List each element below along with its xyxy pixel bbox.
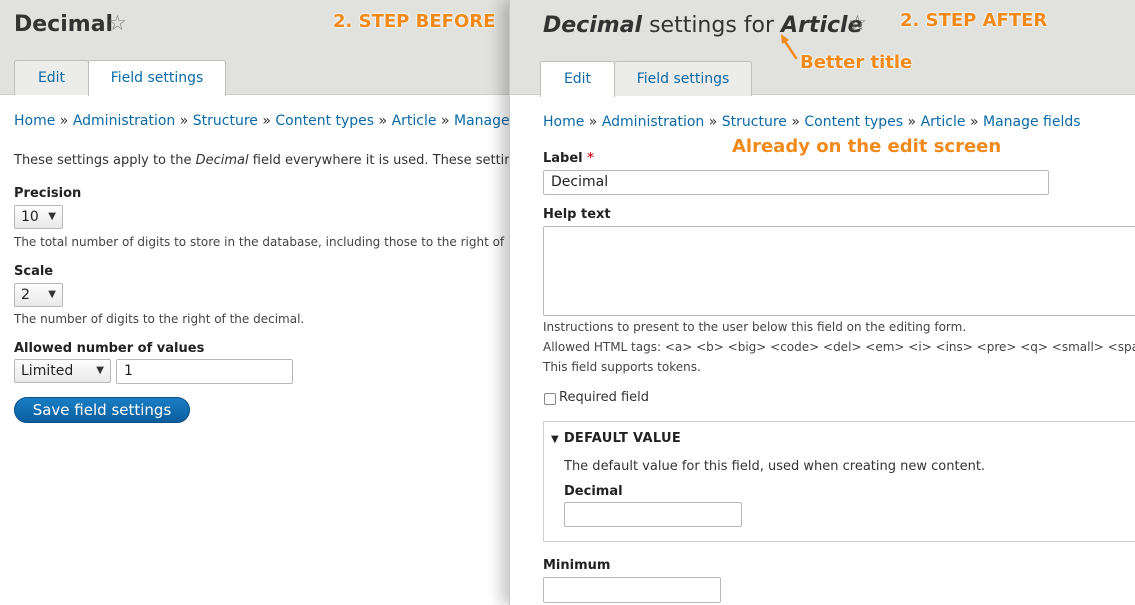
before-pane: Decimal ☆ Edit Field settings Home » Adm… [0, 0, 520, 605]
breadcrumb: Home » Administration » Structure » Cont… [14, 113, 520, 129]
default-decimal-input[interactable] [564, 502, 742, 527]
after-pane: Decimal settings for Article ☆ Edit Fiel… [509, 0, 1135, 605]
precision-select[interactable]: 10 ▼ [14, 205, 63, 229]
star-outline-icon[interactable]: ☆ [848, 11, 867, 35]
tab-edit[interactable]: Edit [540, 61, 615, 97]
annotation-better-title: Better title [800, 52, 913, 73]
breadcrumb-administration[interactable]: Administration [602, 114, 704, 130]
tab-field-settings[interactable]: Field settings [88, 60, 226, 96]
breadcrumb-article[interactable]: Article [921, 114, 966, 130]
breadcrumb-home[interactable]: Home [543, 114, 584, 130]
annotation-step-before: 2. STEP BEFORE [333, 11, 496, 32]
breadcrumb-content-types[interactable]: Content types [275, 113, 374, 129]
allowed-values-select[interactable]: Limited ▼ [14, 359, 111, 383]
help-text-textarea[interactable] [543, 226, 1135, 316]
star-outline-icon[interactable]: ☆ [108, 11, 127, 35]
breadcrumb-home[interactable]: Home [14, 113, 55, 129]
breadcrumb-article[interactable]: Article [392, 113, 437, 129]
help-text-description: Instructions to present to the user belo… [543, 320, 967, 334]
default-value-fieldset: ▼ DEFAULT VALUE The default value for th… [543, 421, 1135, 542]
label-field-label: Label * [543, 151, 594, 166]
caret-down-icon: ▼ [96, 365, 104, 376]
scale-select[interactable]: 2 ▼ [14, 283, 63, 307]
required-field-checkbox[interactable] [544, 393, 556, 405]
breadcrumb-administration[interactable]: Administration [73, 113, 175, 129]
default-value-toggle[interactable]: ▼ DEFAULT VALUE [551, 431, 681, 446]
tab-field-settings[interactable]: Field settings [614, 61, 752, 96]
save-field-settings-button[interactable]: Save field settings [14, 397, 190, 423]
intro-text: These settings apply to the Decimal fiel… [14, 153, 520, 168]
allowed-html-tags: Allowed HTML tags: <a> <b> <big> <code> … [543, 340, 1135, 354]
allowed-values-label: Allowed number of values [14, 341, 205, 356]
breadcrumb-structure[interactable]: Structure [722, 114, 787, 130]
breadcrumb-structure[interactable]: Structure [193, 113, 258, 129]
caret-down-icon: ▼ [48, 211, 56, 222]
triangle-down-icon: ▼ [551, 434, 559, 445]
tokens-note: This field supports tokens. [543, 360, 701, 374]
breadcrumb-manage-fields[interactable]: Manage fields [983, 114, 1081, 130]
annotation-already-edit: Already on the edit screen [732, 136, 1002, 157]
scale-label: Scale [14, 264, 54, 279]
page-title: Decimal settings for Article [543, 13, 863, 38]
annotation-step-after: 2. STEP AFTER [900, 10, 1048, 31]
breadcrumb: Home » Administration » Structure » Cont… [543, 114, 1081, 130]
default-value-description: The default value for this field, used w… [564, 459, 986, 474]
caret-down-icon: ▼ [48, 289, 56, 300]
precision-label: Precision [14, 186, 82, 201]
required-marker: * [587, 151, 594, 166]
breadcrumb-content-types[interactable]: Content types [804, 114, 903, 130]
precision-description: The total number of digits to store in t… [14, 235, 505, 249]
minimum-input[interactable] [543, 577, 721, 603]
help-text-label: Help text [543, 207, 611, 222]
default-decimal-label: Decimal [564, 484, 623, 499]
tab-edit[interactable]: Edit [14, 60, 89, 95]
minimum-label: Minimum [543, 558, 611, 573]
allowed-values-input[interactable]: 1 [116, 359, 293, 384]
required-field-label: Required field [559, 390, 650, 405]
arrow-up-left-icon [781, 34, 798, 60]
scale-description: The number of digits to the right of the… [14, 312, 305, 326]
page-title: Decimal [14, 12, 114, 37]
label-input[interactable]: Decimal [543, 170, 1049, 195]
